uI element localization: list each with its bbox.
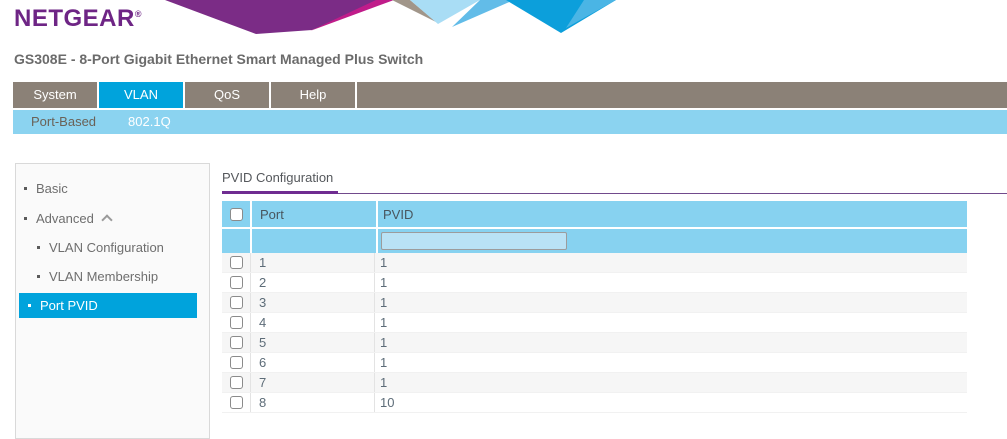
pvid-filter-input[interactable] xyxy=(381,232,567,250)
page-title: GS308E - 8-Port Gigabit Ethernet Smart M… xyxy=(14,51,423,67)
table-row: 2 1 xyxy=(222,273,967,293)
row-checkbox-cell xyxy=(222,293,250,312)
sidebar-item-label: Basic xyxy=(36,181,68,196)
pvid-cell: 1 xyxy=(374,333,967,352)
column-header-port: Port xyxy=(252,201,376,227)
port-cell: 3 xyxy=(250,293,374,312)
column-header-pvid: PVID xyxy=(378,201,967,227)
subnav-item-8021q[interactable]: 802.1Q xyxy=(118,110,181,134)
bullet-icon xyxy=(37,275,40,278)
subnav-item-port-based[interactable]: Port-Based xyxy=(21,110,106,134)
row-select-checkbox[interactable] xyxy=(230,316,243,329)
pvid-table-body: 1 1 2 1 3 1 4 1 5 1 6 1 xyxy=(222,253,967,413)
sidebar: Basic Advanced VLAN Configuration VLAN M… xyxy=(15,163,210,439)
sidebar-item-vlan-membership[interactable]: VLAN Membership xyxy=(16,262,209,291)
row-select-checkbox[interactable] xyxy=(230,296,243,309)
table-filter-row xyxy=(222,229,967,253)
pvid-cell: 1 xyxy=(374,353,967,372)
filter-checkbox-cell xyxy=(222,229,250,253)
table-row: 3 1 xyxy=(222,293,967,313)
table-row: 1 1 xyxy=(222,253,967,273)
row-select-checkbox[interactable] xyxy=(230,336,243,349)
nav-tab-system[interactable]: System xyxy=(13,82,97,108)
pvid-cell: 1 xyxy=(374,313,967,332)
section-title: PVID Configuration xyxy=(222,170,1007,185)
row-checkbox-cell xyxy=(222,253,250,272)
nav-tab-vlan[interactable]: VLAN xyxy=(99,82,183,108)
port-cell: 2 xyxy=(250,273,374,292)
pvid-cell: 1 xyxy=(374,253,967,272)
filter-port-cell xyxy=(252,229,376,253)
row-select-checkbox[interactable] xyxy=(230,396,243,409)
registered-mark: ® xyxy=(135,9,142,19)
row-select-checkbox[interactable] xyxy=(230,276,243,289)
sidebar-item-label: VLAN Membership xyxy=(49,269,158,284)
port-cell: 8 xyxy=(250,393,374,412)
sub-nav: Port-Based 802.1Q xyxy=(13,110,1007,134)
port-cell: 7 xyxy=(250,373,374,392)
row-checkbox-cell xyxy=(222,313,250,332)
select-all-checkbox[interactable] xyxy=(230,208,243,221)
bullet-icon xyxy=(24,217,27,220)
netgear-logo: NETGEAR® xyxy=(14,5,142,33)
table-row: 7 1 xyxy=(222,373,967,393)
row-checkbox-cell xyxy=(222,393,250,412)
port-cell: 6 xyxy=(250,353,374,372)
sidebar-item-label: Advanced xyxy=(36,211,94,226)
row-checkbox-cell xyxy=(222,373,250,392)
nav-tab-qos[interactable]: QoS xyxy=(185,82,269,108)
sidebar-item-port-pvid[interactable]: Port PVID xyxy=(19,293,197,318)
chevron-up-icon xyxy=(101,214,112,225)
port-cell: 4 xyxy=(250,313,374,332)
table-row: 6 1 xyxy=(222,353,967,373)
sidebar-item-vlan-configuration[interactable]: VLAN Configuration xyxy=(16,233,209,262)
pvid-cell: 1 xyxy=(374,373,967,392)
row-select-checkbox[interactable] xyxy=(230,376,243,389)
logo-text: NETGEAR xyxy=(14,5,135,32)
nav-tab-help[interactable]: Help xyxy=(271,82,355,108)
port-cell: 1 xyxy=(250,253,374,272)
row-checkbox-cell xyxy=(222,273,250,292)
main-content: PVID Configuration Port PVID 1 1 2 xyxy=(222,170,1007,413)
sidebar-item-advanced[interactable]: Advanced xyxy=(16,203,209,233)
main-nav: System VLAN QoS Help xyxy=(0,82,1007,108)
pvid-cell: 1 xyxy=(374,273,967,292)
row-checkbox-cell xyxy=(222,333,250,352)
pvid-table: Port PVID 1 1 2 1 3 1 xyxy=(222,201,967,413)
bullet-icon xyxy=(24,187,27,190)
pvid-cell: 10 xyxy=(374,393,967,412)
port-cell: 5 xyxy=(250,333,374,352)
sidebar-item-basic[interactable]: Basic xyxy=(16,173,209,203)
brand-banner-graphic xyxy=(0,0,1007,34)
filter-pvid-cell xyxy=(378,229,967,253)
bullet-icon xyxy=(28,304,31,307)
row-checkbox-cell xyxy=(222,353,250,372)
header-checkbox-cell xyxy=(222,201,250,227)
bullet-icon xyxy=(37,246,40,249)
title-underline xyxy=(222,193,1007,194)
sidebar-item-label: Port PVID xyxy=(40,298,98,313)
sidebar-item-label: VLAN Configuration xyxy=(49,240,164,255)
table-row: 5 1 xyxy=(222,333,967,353)
row-select-checkbox[interactable] xyxy=(230,256,243,269)
table-row: 4 1 xyxy=(222,313,967,333)
table-row: 8 10 xyxy=(222,393,967,413)
nav-filler xyxy=(357,82,1007,108)
pvid-cell: 1 xyxy=(374,293,967,312)
row-select-checkbox[interactable] xyxy=(230,356,243,369)
table-header-row: Port PVID xyxy=(222,201,967,227)
